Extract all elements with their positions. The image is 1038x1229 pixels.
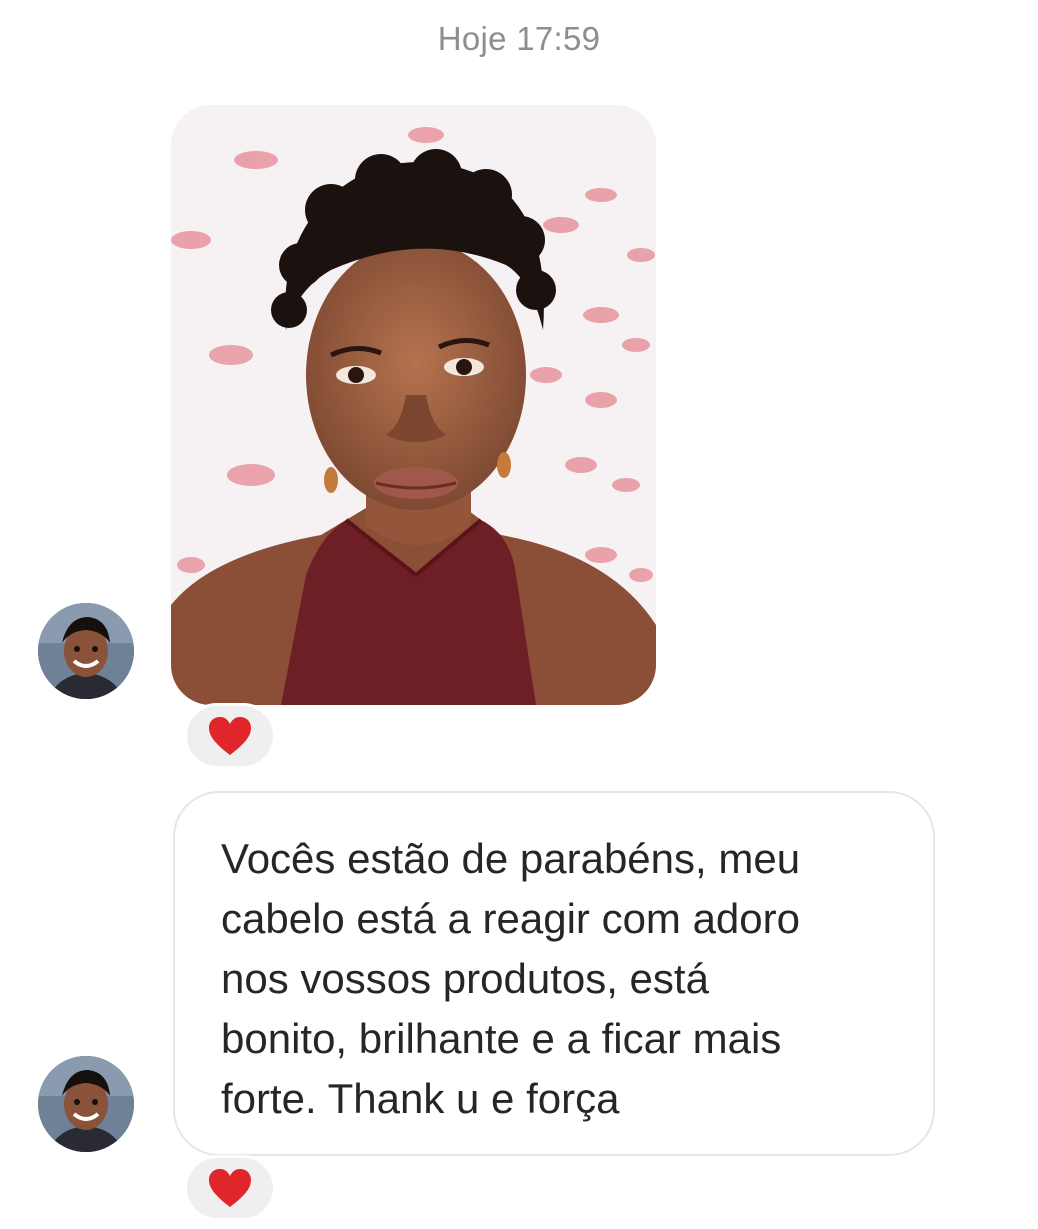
- thread-timestamp: Hoje 17:59: [437, 20, 601, 57]
- heart-reaction[interactable]: [184, 1155, 276, 1221]
- message-text: Vocês estão de parabéns, meu cabelo está…: [221, 835, 801, 1122]
- heart-icon: [209, 717, 251, 755]
- user-avatar-icon: [38, 603, 134, 699]
- selfie-photo: [171, 105, 656, 705]
- sender-avatar[interactable]: [38, 603, 134, 699]
- heart-reaction[interactable]: [184, 703, 276, 769]
- image-message[interactable]: [171, 105, 656, 705]
- text-message[interactable]: Vocês estão de parabéns, meu cabelo está…: [173, 791, 935, 1156]
- user-avatar-icon: [38, 1056, 134, 1152]
- heart-icon: [209, 1169, 251, 1207]
- sender-avatar[interactable]: [38, 1056, 134, 1152]
